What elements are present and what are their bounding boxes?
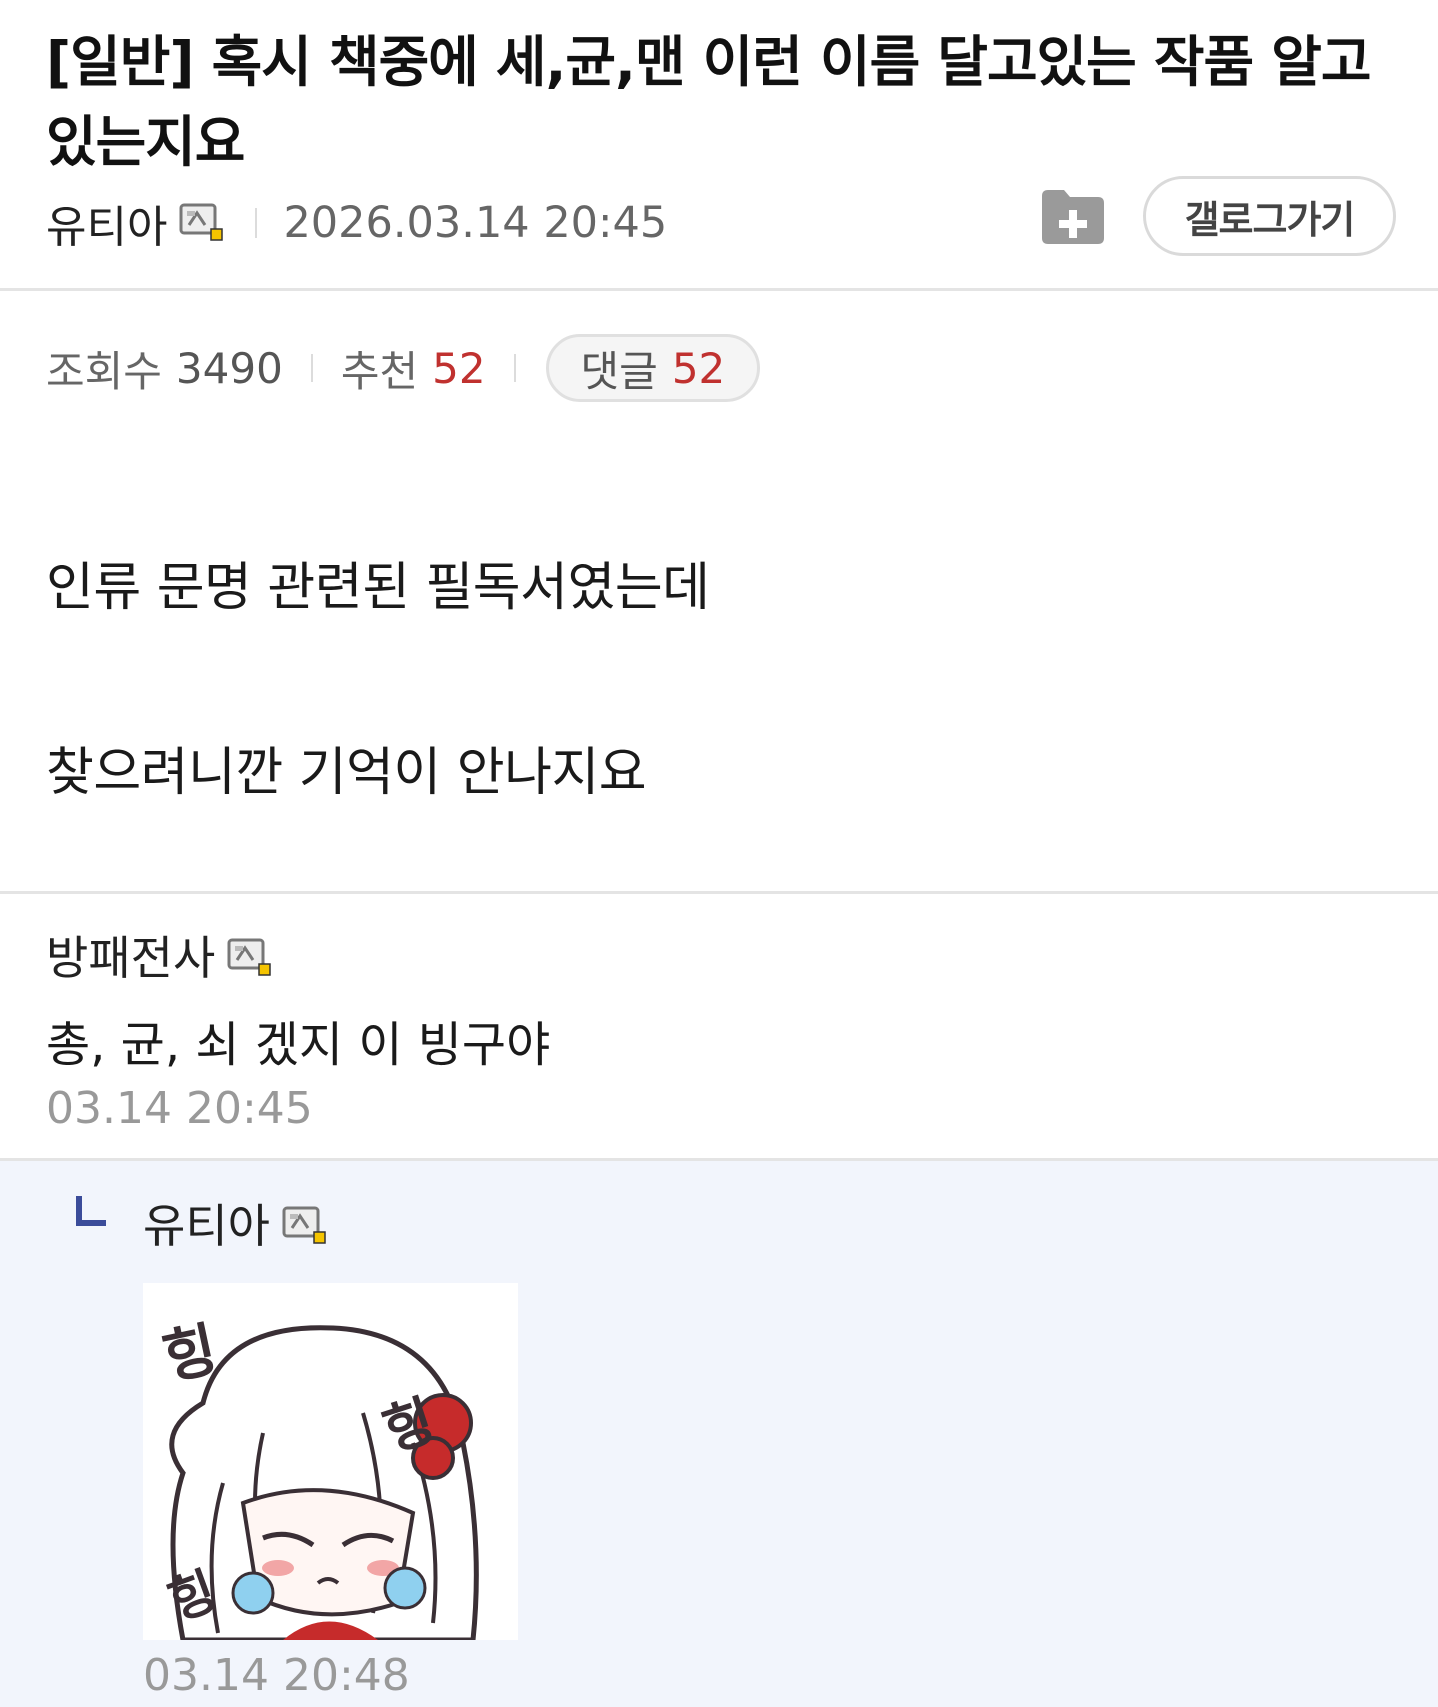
gallog-badge-icon[interactable] xyxy=(179,203,225,243)
post-stats: 조회수 3490 추천 52 댓글 52 xyxy=(46,333,761,403)
reply-arrow-icon xyxy=(76,1196,106,1226)
comment-time: 03.14 20:45 xyxy=(46,1083,313,1134)
gallog-button[interactable]: 갤로그가기 xyxy=(1143,176,1396,256)
comments-label: 댓글 xyxy=(580,346,658,396)
reply-sticker-image: 힝 힝 힝 xyxy=(143,1283,518,1640)
comments-count: 52 xyxy=(671,343,726,393)
recommend-label: 추천 xyxy=(340,346,419,396)
comment-text: 총, 균, 쇠 겠지 이 빙구야 xyxy=(46,1017,551,1073)
comments-button[interactable]: 댓글 52 xyxy=(545,334,761,402)
separator xyxy=(310,354,313,382)
recommend-count: 52 xyxy=(432,343,486,393)
views-label: 조회수 xyxy=(46,346,162,396)
post-date: 2026.03.14 20:45 xyxy=(283,198,668,248)
views-count: 3490 xyxy=(175,343,283,393)
reply-author-row: 유티아 xyxy=(143,1190,328,1256)
reply-time: 03.14 20:48 xyxy=(143,1650,410,1701)
separator xyxy=(513,354,516,382)
reply-author[interactable]: 유티아 xyxy=(143,1190,270,1256)
comment-author-row: 방패전사 xyxy=(46,922,273,988)
post-body-line: 인류 문명 관련된 필독서였는데 xyxy=(46,558,710,618)
separator xyxy=(255,208,258,238)
post-title: [일반] 혹시 책중에 세,균,맨 이런 이름 달고있는 작품 알고 있는지요 xyxy=(46,30,1371,174)
post-header: [일반] 혹시 책중에 세,균,맨 이런 이름 달고있는 작품 알고 있는지요 … xyxy=(0,0,1438,291)
post-author[interactable]: 유티아 xyxy=(46,191,167,255)
folder-add-icon[interactable] xyxy=(1040,188,1106,246)
sticker-text: 힝 xyxy=(157,1315,223,1393)
divider xyxy=(0,891,1438,894)
gallog-badge-icon[interactable] xyxy=(227,935,273,976)
gallog-badge-icon[interactable] xyxy=(282,1203,328,1244)
author-row: 유티아 2026.03.14 20:45 xyxy=(46,195,668,253)
comment-author[interactable]: 방패전사 xyxy=(46,922,215,988)
post-body-line: 찾으려니깐 기억이 안나지요 xyxy=(46,743,647,803)
